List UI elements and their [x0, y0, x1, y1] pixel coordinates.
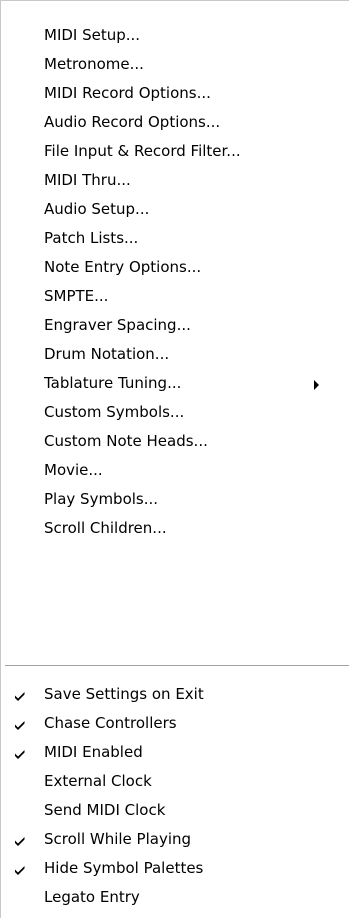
menu-item-label: SMPTE...	[44, 287, 109, 305]
menu-item-play-symbols[interactable]: Play Symbols...	[1, 485, 350, 514]
menu-item-save-settings-on-exit[interactable]: Save Settings on Exit	[1, 680, 350, 709]
checkmark-icon	[14, 825, 32, 854]
menu-item-drum-notation[interactable]: Drum Notation...	[1, 340, 350, 369]
menu-item-label: Patch Lists...	[44, 229, 139, 247]
checkmark-icon	[14, 680, 32, 709]
menu-item-label: Chase Controllers	[44, 714, 177, 732]
menu-item-hide-symbol-palettes[interactable]: Hide Symbol Palettes	[1, 854, 350, 883]
checkmark-icon	[14, 709, 32, 738]
menu-item-label: Play Symbols...	[44, 490, 159, 508]
menu-item-tablature-tuning[interactable]: Tablature Tuning...	[1, 369, 350, 398]
menu-item-legato-entry[interactable]: Legato Entry	[1, 883, 350, 912]
menu-item-patch-lists[interactable]: Patch Lists...	[1, 224, 350, 253]
menu-item-label: Movie...	[44, 461, 103, 479]
menu-item-label: Hide Symbol Palettes	[44, 859, 204, 877]
menu-item-label: Engraver Spacing...	[44, 316, 191, 334]
menu-item-external-clock[interactable]: External Clock	[1, 767, 350, 796]
checkmark-icon	[14, 738, 32, 767]
menu-item-scroll-children[interactable]: Scroll Children...	[1, 514, 350, 543]
menu-items-section: MIDI Setup... Metronome... MIDI Record Opt…	[1, 21, 350, 543]
menu-item-audio-setup[interactable]: Audio Setup...	[1, 195, 350, 224]
menu-item-label: Custom Note Heads...	[44, 432, 208, 450]
menu-item-label: Drum Notation...	[44, 345, 170, 363]
menu-item-engraver-spacing[interactable]: Engraver Spacing...	[1, 311, 350, 340]
menu-item-label: Metronome...	[44, 55, 144, 73]
menu-item-midi-setup[interactable]: MIDI Setup...	[1, 21, 350, 50]
menu-item-custom-symbols[interactable]: Custom Symbols...	[1, 398, 350, 427]
menu-item-smpte[interactable]: SMPTE...	[1, 282, 350, 311]
menu-item-label: Audio Record Options...	[44, 113, 221, 131]
menu-item-label: MIDI Enabled	[44, 743, 143, 761]
options-menu: MIDI Setup... Metronome... MIDI Record Opt…	[0, 0, 349, 918]
menu-item-movie[interactable]: Movie...	[1, 456, 350, 485]
menu-item-midi-enabled[interactable]: MIDI Enabled	[1, 738, 350, 767]
menu-item-label: Scroll While Playing	[44, 830, 192, 848]
menu-item-label: MIDI Record Options...	[44, 84, 211, 102]
menu-item-label: Send MIDI Clock	[44, 801, 166, 819]
menu-item-label: File Input & Record Filter...	[44, 142, 241, 160]
menu-item-metronome[interactable]: Metronome...	[1, 50, 350, 79]
menu-item-file-input-and-record-filter[interactable]: File Input & Record Filter...	[1, 137, 350, 166]
menu-item-label: Custom Symbols...	[44, 403, 185, 421]
menu-item-custom-note-heads[interactable]: Custom Note Heads...	[1, 427, 350, 456]
menu-item-label: MIDI Setup...	[44, 26, 141, 44]
menu-item-label: Legato Entry	[44, 888, 140, 906]
menu-item-label: Scroll Children...	[44, 519, 167, 537]
menu-item-label: Audio Setup...	[44, 200, 150, 218]
menu-item-label: Note Entry Options...	[44, 258, 202, 276]
menu-item-chase-controllers[interactable]: Chase Controllers	[1, 709, 350, 738]
menu-item-midi-thru[interactable]: MIDI Thru...	[1, 166, 350, 195]
menu-item-midi-record-options[interactable]: MIDI Record Options...	[1, 79, 350, 108]
menu-toggles-section: Save Settings on Exit Chase Controllers MI…	[1, 680, 350, 912]
checkmark-icon	[14, 854, 32, 883]
menu-item-label: Save Settings on Exit	[44, 685, 204, 703]
menu-item-send-midi-clock[interactable]: Send MIDI Clock	[1, 796, 350, 825]
menu-item-label: External Clock	[44, 772, 152, 790]
menu-separator	[5, 665, 349, 667]
menu-item-note-entry-options[interactable]: Note Entry Options...	[1, 253, 350, 282]
menu-item-label: Tablature Tuning...	[44, 374, 182, 392]
menu-item-audio-record-options[interactable]: Audio Record Options...	[1, 108, 350, 137]
menu-item-scroll-while-playing[interactable]: Scroll While Playing	[1, 825, 350, 854]
submenu-arrow-icon	[314, 380, 319, 390]
menu-item-label: MIDI Thru...	[44, 171, 131, 189]
